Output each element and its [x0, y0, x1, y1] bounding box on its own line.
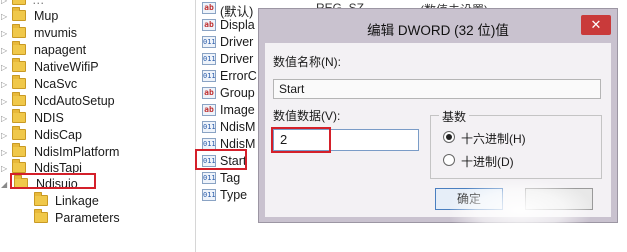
value-name-field[interactable]: Start: [273, 79, 601, 99]
folder-icon: [12, 7, 26, 21]
value-name: Image: [220, 103, 255, 117]
tree-item-label: napagent: [34, 43, 87, 57]
value-name: Type: [220, 188, 248, 202]
tree-item-label: NdisCap: [34, 128, 82, 142]
dword-value-icon: 011: [202, 121, 216, 133]
folder-icon: [12, 92, 26, 106]
tree-item-label: Linkage: [55, 194, 99, 208]
tree-item-label: NcdAutoSetup: [34, 94, 115, 108]
tree-item-linkage[interactable]: Linkage: [0, 192, 195, 211]
radio-hex-label[interactable]: 十六进制(H): [461, 130, 526, 147]
tree-item-label: NcaSvc: [34, 77, 78, 91]
registry-key-tree[interactable]: ▷ … ▷ Mup ▷ mvumis ▷ napagent ▷ NativeWi…: [0, 0, 196, 252]
tree-item-label: Mup: [34, 9, 59, 23]
expand-arrow-icon[interactable]: ▷: [1, 12, 7, 21]
folder-icon: [12, 126, 26, 140]
start-value-highlight: [195, 149, 247, 170]
tree-item-mup[interactable]: ▷ Mup: [0, 7, 195, 26]
dialog-title: 编辑 DWORD (32 位)值: [367, 23, 509, 38]
base-label: 基数: [439, 108, 470, 125]
collapse-arrow-icon[interactable]: ◢: [1, 180, 7, 189]
tree-item-nativewifip[interactable]: ▷ NativeWifiP: [0, 58, 195, 77]
selected-key-highlight: [10, 173, 96, 189]
expand-arrow-icon[interactable]: ▷: [1, 80, 7, 89]
tree-item-label: NdisImPlatform: [34, 145, 120, 159]
value-data-label: 数值数据(V):: [273, 109, 341, 123]
tree-item-ndiscap[interactable]: ▷ NdisCap: [0, 126, 195, 145]
dword-value-icon: 011: [202, 172, 216, 184]
tree-item-parameters[interactable]: Parameters: [0, 209, 195, 228]
tree-item-label: Parameters: [55, 211, 120, 225]
glare-overlay: [450, 180, 590, 240]
expand-arrow-icon[interactable]: ▷: [1, 164, 7, 173]
folder-icon: [12, 75, 26, 89]
tree-item-ndis[interactable]: ▷ NDIS: [0, 109, 195, 128]
value-name: NdisM: [220, 120, 256, 134]
expand-arrow-icon[interactable]: ▷: [1, 131, 7, 140]
value-name: ErrorC: [220, 69, 257, 83]
dword-value-icon: 011: [202, 36, 216, 48]
value-data-highlight: [271, 127, 331, 153]
value-name: Tag: [220, 171, 241, 185]
radio-hex[interactable]: [443, 131, 455, 143]
expand-arrow-icon[interactable]: ▷: [1, 29, 7, 38]
string-value-icon: ab: [202, 104, 216, 116]
tree-item-mvumis[interactable]: ▷ mvumis: [0, 24, 195, 43]
dword-value-icon: 011: [202, 53, 216, 65]
expand-arrow-icon[interactable]: ▷: [1, 148, 7, 157]
tree-item-ncasvc[interactable]: ▷ NcaSvc: [0, 75, 195, 94]
dword-value-icon: 011: [202, 70, 216, 82]
expand-arrow-icon[interactable]: ▷: [1, 46, 7, 55]
close-icon: ✕: [590, 17, 602, 32]
folder-icon: [12, 143, 26, 157]
value-name: Driver: [220, 52, 254, 66]
tree-item-label: NativeWifiP: [34, 60, 99, 74]
tree-item-napagent[interactable]: ▷ napagent: [0, 41, 195, 60]
expand-arrow-icon[interactable]: ▷: [1, 0, 7, 5]
radio-decimal[interactable]: [443, 154, 455, 166]
folder-icon: [34, 192, 48, 206]
folder-icon: [12, 41, 26, 55]
string-value-icon: ab: [202, 19, 216, 31]
folder-icon: [34, 209, 48, 223]
expand-arrow-icon[interactable]: ▷: [1, 97, 7, 106]
folder-icon: [12, 0, 26, 5]
tree-item-label: mvumis: [34, 26, 78, 40]
dword-value-icon: 011: [202, 189, 216, 201]
expand-arrow-icon[interactable]: ▷: [1, 114, 7, 123]
folder-icon: [12, 159, 26, 173]
folder-icon: [12, 24, 26, 38]
tree-item-ncdautosetup[interactable]: ▷ NcdAutoSetup: [0, 92, 195, 111]
folder-icon: [12, 109, 26, 123]
radio-decimal-label[interactable]: 十进制(D): [461, 153, 514, 170]
close-button[interactable]: ✕: [581, 15, 611, 35]
value-name: Displa: [220, 18, 255, 32]
string-value-icon: ab: [202, 87, 216, 99]
value-name: Group: [220, 86, 255, 100]
folder-icon: [12, 58, 26, 72]
value-name-label: 数值名称(N):: [273, 55, 341, 69]
expand-arrow-icon[interactable]: ▷: [1, 63, 7, 72]
value-name: Driver: [220, 35, 254, 49]
string-value-icon: ab: [202, 2, 216, 14]
tree-item-label: NDIS: [34, 111, 64, 125]
base-groupbox: 基数 十六进制(H) 十进制(D): [430, 108, 602, 179]
